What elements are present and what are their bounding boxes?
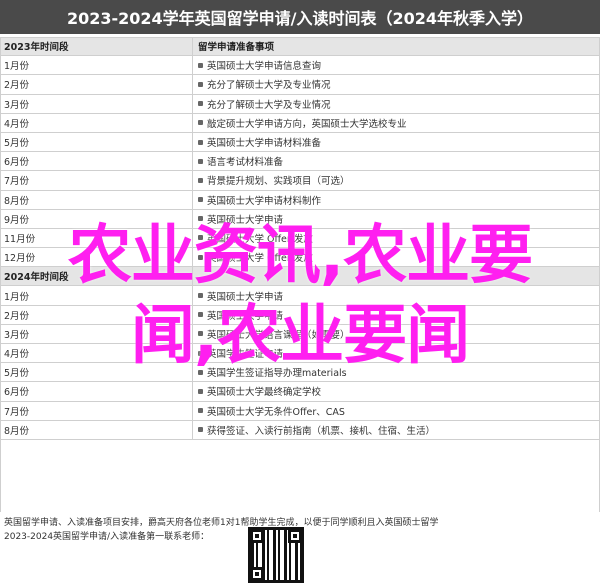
row-task-text: 充分了解硕士大学及专业情况 [207,80,331,92]
bullet-icon [198,388,203,394]
page-title: 2023-2024学年英国留学申请/入读时间表（2024年秋季入学） [0,0,600,34]
row-task: 获得签证、入读行前指南（机票、接机、住宿、生活） [193,421,600,439]
bullet-icon [198,139,203,145]
table-row: 6月份 语言考试材料准备 [0,152,600,172]
overlay-headline-line-2: 闻,农业要闻 [130,299,470,373]
table-header-task: 留学申请准备事项 [198,42,275,54]
table-row: 7月份 英国硕士大学无条件Offer、CAS [0,401,600,421]
row-task: 语言考试材料准备 [193,152,600,170]
row-task-text: 英国硕士大学最终确定学校 [207,387,322,399]
row-period: 5月份 [0,132,193,152]
row-task-text: 英国硕士大学无条件Offer、CAS [207,406,345,418]
bullet-icon [198,101,203,107]
row-period: 7月份 [0,401,193,420]
table-row: 4月份 敲定硕士大学申请方向，英国硕士大学选校专业 [0,113,600,133]
row-task: 充分了解硕士大学及专业情况 [193,75,600,93]
table-row: 7月份 背景提升规划、实践项目（可选） [0,171,600,191]
qr-code-icon [248,527,304,583]
row-period: 2月份 [0,75,193,94]
bullet-icon [198,408,203,414]
row-task: 英国硕士大学申请材料准备 [193,133,600,151]
row-task: 敲定硕士大学申请方向，英国硕士大学选校专业 [193,114,600,132]
bullet-icon [198,427,203,433]
table-row: 5月份 英国硕士大学申请材料准备 [0,132,600,153]
row-task: 英国硕士大学最终确定学校 [193,382,600,400]
row-task: 英国硕士大学无条件Offer、CAS [193,402,600,420]
table-header-row: 2023年时间段 留学申请准备事项 [0,37,600,57]
row-task-text: 背景提升规划、实践项目（可选） [207,176,350,188]
bullet-icon [198,177,203,183]
row-task-text: 语言考试材料准备 [207,157,284,169]
row-task: 背景提升规划、实践项目（可选） [193,171,600,189]
row-period: 8月份 [0,190,193,209]
table-row: 6月份 英国硕士大学最终确定学校 [0,382,600,402]
table-row: 2月份 充分了解硕士大学及专业情况 [0,75,600,95]
bullet-icon [198,81,203,87]
bullet-icon [198,197,203,203]
row-task-text: 英国硕士大学申请材料制作 [207,195,322,207]
row-task-text: 英国硕士大学申请信息查询 [207,61,322,73]
row-task: 英国硕士大学申请信息查询 [193,56,600,74]
table-row: 8月份 获得签证、入读行前指南（机票、接机、住宿、生活） [0,420,600,440]
row-period: 8月份 [0,420,193,439]
row-period: 6月份 [0,382,193,401]
footer-note: 英国留学申请、入读准备项目安排，爵高天府各位老师1对1帮助学生完成，以便于同学顺… [4,518,439,528]
bullet-icon [198,158,203,164]
row-task-text: 获得签证、入读行前指南（机票、接机、住宿、生活） [207,425,436,437]
table-row: 1月份 英国硕士大学申请信息查询 [0,56,600,76]
table-row: 3月份 充分了解硕士大学及专业情况 [0,94,600,114]
row-task-text: 充分了解硕士大学及专业情况 [207,99,331,111]
row-period: 7月份 [0,171,193,190]
row-period: 6月份 [0,152,193,171]
overlay-headline-line-1: 农业资讯,农业要 [67,219,533,293]
bullet-icon [198,62,203,68]
footer-contact-label: 2023-2024英国留学申请/入读准备第一联系老师： [4,532,210,542]
row-task-text: 英国硕士大学申请材料准备 [207,138,322,150]
row-period: 3月份 [0,94,193,113]
row-period: 4月份 [0,113,193,132]
row-period: 1月份 [0,56,193,75]
bullet-icon [198,120,203,126]
table-row: 8月份 英国硕士大学申请材料制作 [0,190,600,210]
table-header-period: 2023年时间段 [0,37,193,56]
row-task: 英国硕士大学申请材料制作 [193,191,600,209]
row-task-text: 敲定硕士大学申请方向，英国硕士大学选校专业 [207,118,407,130]
row-task: 充分了解硕士大学及专业情况 [193,95,600,113]
